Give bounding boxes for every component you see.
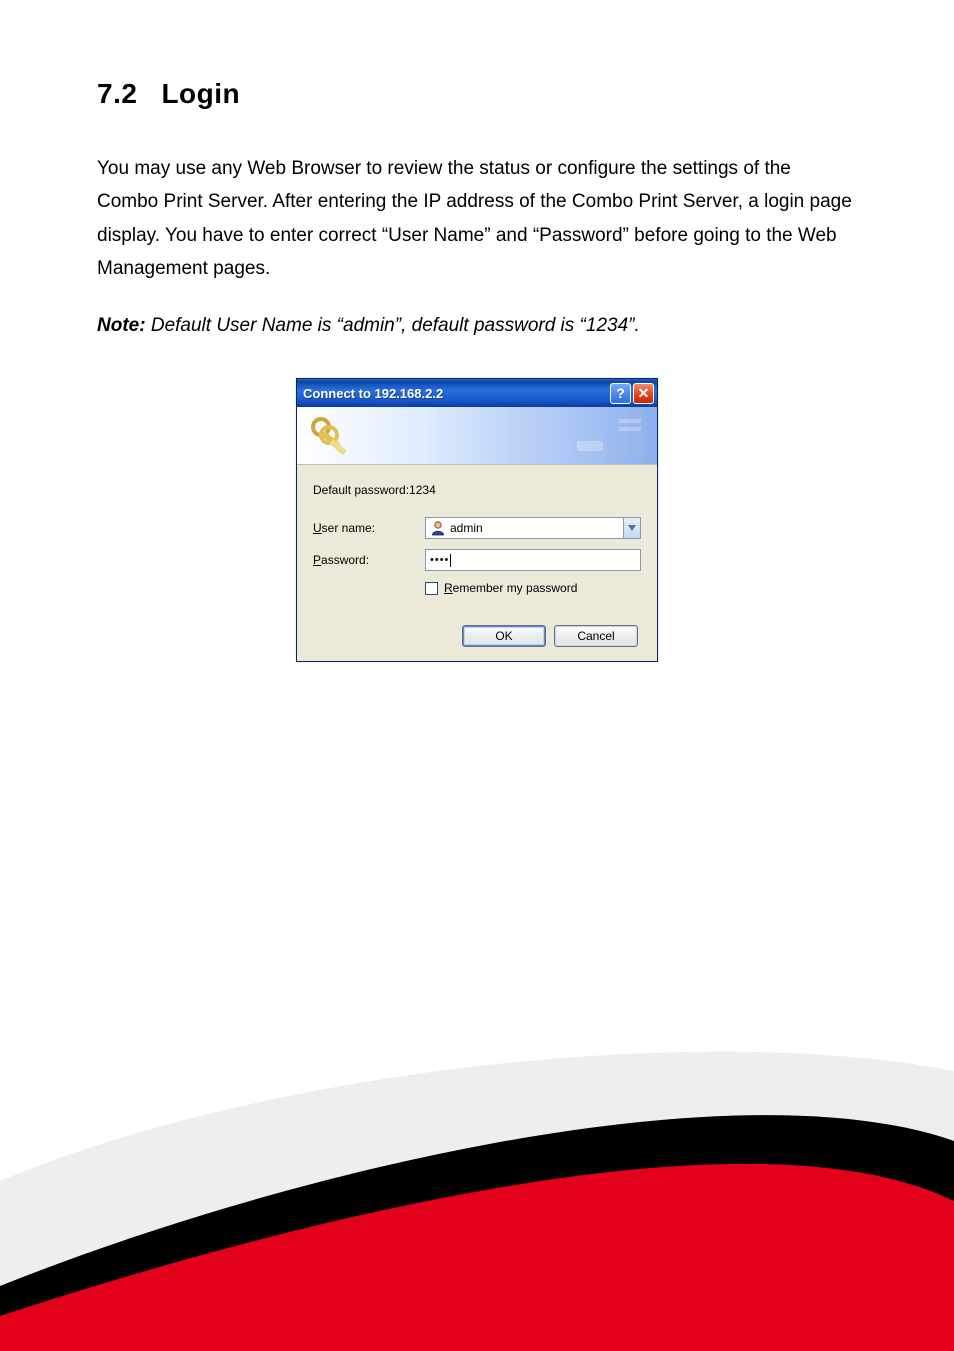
note-body: Default User Name is “admin”, default pa…: [146, 315, 640, 336]
remember-checkbox[interactable]: [425, 582, 438, 595]
section-number: 7.2: [97, 78, 137, 110]
server-icon: [563, 409, 653, 465]
remember-label: Remember my password: [444, 581, 577, 595]
intro-paragraph: You may use any Web Browser to review th…: [97, 152, 857, 285]
help-icon[interactable]: ?: [610, 383, 631, 404]
username-label: User name:: [313, 521, 425, 535]
footer-swoosh: [0, 1011, 954, 1351]
chevron-down-icon[interactable]: [623, 518, 640, 538]
note-label: Note:: [97, 315, 146, 336]
section-heading: 7.2 Login: [97, 78, 857, 110]
close-icon[interactable]: ✕: [633, 383, 654, 404]
titlebar-text: Connect to 192.168.2.2: [303, 386, 610, 401]
username-field[interactable]: admin: [425, 517, 641, 539]
realm-text: Default password:1234: [313, 483, 641, 497]
text-caret: [450, 554, 451, 567]
auth-dialog: Connect to 192.168.2.2 ? ✕ Defaul: [296, 378, 658, 662]
password-field[interactable]: ••••: [425, 549, 641, 571]
dialog-header-band: [297, 407, 657, 465]
password-value: ••••: [430, 555, 449, 566]
cancel-button[interactable]: Cancel: [554, 625, 638, 647]
password-label: Password:: [313, 553, 425, 567]
section-title: Login: [161, 78, 240, 109]
note-paragraph: Note: Default User Name is “admin”, defa…: [97, 309, 857, 342]
username-value: admin: [450, 521, 623, 535]
user-head-icon: [430, 520, 446, 536]
titlebar[interactable]: Connect to 192.168.2.2 ? ✕: [297, 379, 657, 407]
keys-icon: [307, 413, 351, 457]
ok-button[interactable]: OK: [462, 625, 546, 647]
